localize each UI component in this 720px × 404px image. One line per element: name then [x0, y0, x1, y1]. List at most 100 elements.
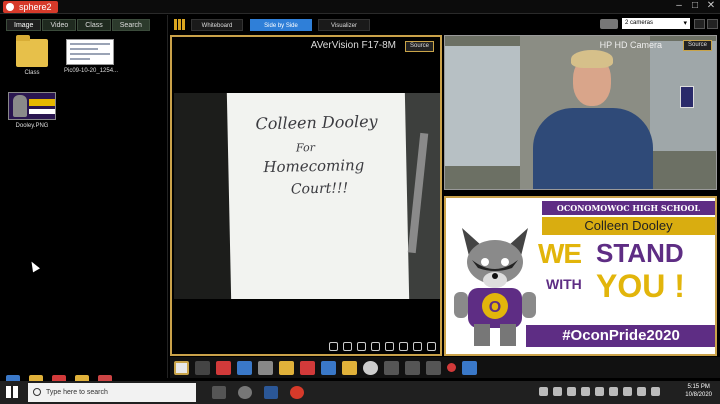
handwriting-line: Colleen Dooley — [255, 111, 378, 134]
rotate-icon[interactable] — [343, 342, 352, 351]
minimize-button[interactable]: – — [672, 0, 686, 12]
taskbar-search[interactable]: Type here to search — [28, 383, 196, 402]
tray-icon[interactable] — [623, 387, 632, 396]
redo-icon[interactable] — [426, 360, 441, 375]
close-button[interactable]: ✕ — [704, 0, 718, 12]
tab-video[interactable]: Video — [42, 19, 77, 31]
candidate-name: Colleen Dooley — [542, 217, 715, 235]
focus-icon[interactable] — [385, 342, 394, 351]
record-icon[interactable] — [447, 363, 456, 372]
freeze-icon[interactable] — [399, 342, 408, 351]
desk-shadow — [174, 93, 234, 299]
word-icon[interactable] — [264, 386, 278, 399]
tray-icon[interactable] — [581, 387, 590, 396]
image-pane[interactable]: O OCONOMOWOC HIGH SCHOOL Colleen Dooley … — [444, 196, 717, 356]
fullscreen-icon[interactable] — [427, 342, 436, 351]
volume-icon[interactable] — [637, 387, 646, 396]
paper-sheet: Colleen Dooley For Homecoming Court!!! — [226, 93, 410, 299]
network-icon[interactable] — [651, 387, 660, 396]
document-camera-title: AVerVision F17-8M — [310, 40, 396, 51]
eraser-icon[interactable] — [342, 360, 357, 375]
windows-taskbar: Type here to search 5:15 PM 10/8/2020 — [0, 381, 720, 404]
person-hair — [571, 50, 613, 68]
windows-start-icon[interactable] — [6, 386, 18, 398]
search-icon — [33, 388, 41, 396]
document-source-button[interactable]: Source — [404, 41, 434, 52]
sphere-taskbar-icon[interactable] — [290, 386, 304, 399]
tray-icon[interactable] — [595, 387, 604, 396]
file-item-pic[interactable]: Pic09-10-20_1254... — [64, 39, 119, 74]
fullscreen-button[interactable] — [707, 18, 718, 29]
school-banner: OCONOMOWOC HIGH SCHOOL — [542, 201, 715, 215]
settings-icon[interactable] — [413, 342, 422, 351]
file-item-class[interactable]: Class — [6, 35, 58, 76]
slogan-we: WE — [538, 238, 582, 269]
webcam-source-button[interactable]: Source — [682, 40, 712, 51]
webcam-title: HP HD Camera — [599, 40, 662, 50]
tray-icon[interactable] — [567, 387, 576, 396]
slogan-you: YOU ! — [596, 268, 685, 304]
tab-class[interactable]: Class — [77, 19, 111, 31]
app-title-label: sphere2 — [19, 2, 52, 12]
camera-controls: 2 cameras — [600, 18, 718, 29]
annotation-toolbar — [170, 357, 720, 378]
hashtag-banner: #OconPride2020 — [526, 325, 715, 347]
tab-whiteboard[interactable]: Whiteboard — [191, 19, 243, 31]
sphere-logo-icon — [6, 3, 14, 11]
zoom-out-icon[interactable] — [371, 342, 380, 351]
clock-date: 10/8/2020 — [685, 392, 712, 398]
file-item-label: Class — [24, 70, 40, 76]
file-item-label: Dooley.PNG — [15, 123, 49, 129]
title-bar: sphere2 – □ ✕ — [0, 0, 720, 14]
app-title[interactable]: sphere2 — [3, 1, 58, 13]
marker-icon[interactable] — [237, 360, 252, 375]
tab-side-by-side[interactable]: Side by Side — [250, 19, 312, 31]
tray-icon[interactable] — [539, 387, 548, 396]
menu-icon[interactable] — [384, 360, 399, 375]
zoom-in-icon[interactable] — [357, 342, 366, 351]
shape-icon[interactable] — [300, 360, 315, 375]
person-shirt — [533, 108, 653, 189]
document-camera-pane[interactable]: AVerVision F17-8M Source Colleen Dooley … — [170, 35, 442, 356]
camera-tools — [329, 342, 436, 351]
file-item-label: Pic09-10-20_1254... — [64, 68, 119, 74]
mascot-letter: O — [489, 299, 501, 316]
cortana-icon[interactable] — [238, 386, 252, 399]
tab-image[interactable]: Image — [6, 19, 42, 31]
undo-icon[interactable] — [405, 360, 420, 375]
pointer-mode-icon[interactable] — [174, 360, 189, 375]
handwriting-line: Court!!! — [290, 180, 349, 198]
tray-icon[interactable] — [553, 387, 562, 396]
handwriting-line: Homecoming — [263, 156, 365, 177]
grid-menu-icon[interactable] — [174, 19, 185, 30]
wall-picture — [680, 86, 694, 108]
capture-icon[interactable] — [329, 342, 338, 351]
maximize-button[interactable]: □ — [688, 0, 702, 12]
layout-button[interactable] — [694, 18, 705, 29]
file-item-dooley[interactable]: Dooley.PNG — [6, 92, 58, 129]
tab-visualizer[interactable]: Visualizer — [318, 19, 370, 31]
main-tab-bar: Whiteboard Side by Side Visualizer 2 cam… — [170, 15, 720, 33]
system-tray — [539, 387, 660, 396]
camera-capture-icon[interactable] — [462, 360, 477, 375]
camera-select[interactable]: 2 cameras — [622, 18, 690, 29]
taskbar-clock[interactable]: 5:15 PM 10/8/2020 — [685, 383, 712, 399]
task-view-icon[interactable] — [212, 386, 226, 399]
select-icon[interactable] — [195, 360, 210, 375]
search-placeholder: Type here to search — [46, 389, 108, 396]
tray-icon[interactable] — [609, 387, 618, 396]
tab-search[interactable]: Search — [111, 19, 150, 31]
pen-object — [407, 132, 429, 254]
pen-icon[interactable] — [216, 360, 231, 375]
text-icon[interactable] — [279, 360, 294, 375]
handwriting-line: For — [295, 141, 316, 155]
file-sidebar: Image Video Class Search Class Pic09-10-… — [0, 15, 168, 387]
highlighter-icon[interactable] — [321, 360, 336, 375]
document-thumbnail-icon — [66, 39, 114, 65]
clock-time: 5:15 PM — [687, 384, 710, 390]
sidebar-tabs: Image Video Class Search — [6, 19, 150, 31]
line-icon[interactable] — [258, 360, 273, 375]
webcam-pane[interactable]: HP HD Camera Source — [444, 35, 717, 190]
spotlight-icon[interactable] — [363, 360, 378, 375]
window-controls: – □ ✕ — [672, 0, 718, 14]
